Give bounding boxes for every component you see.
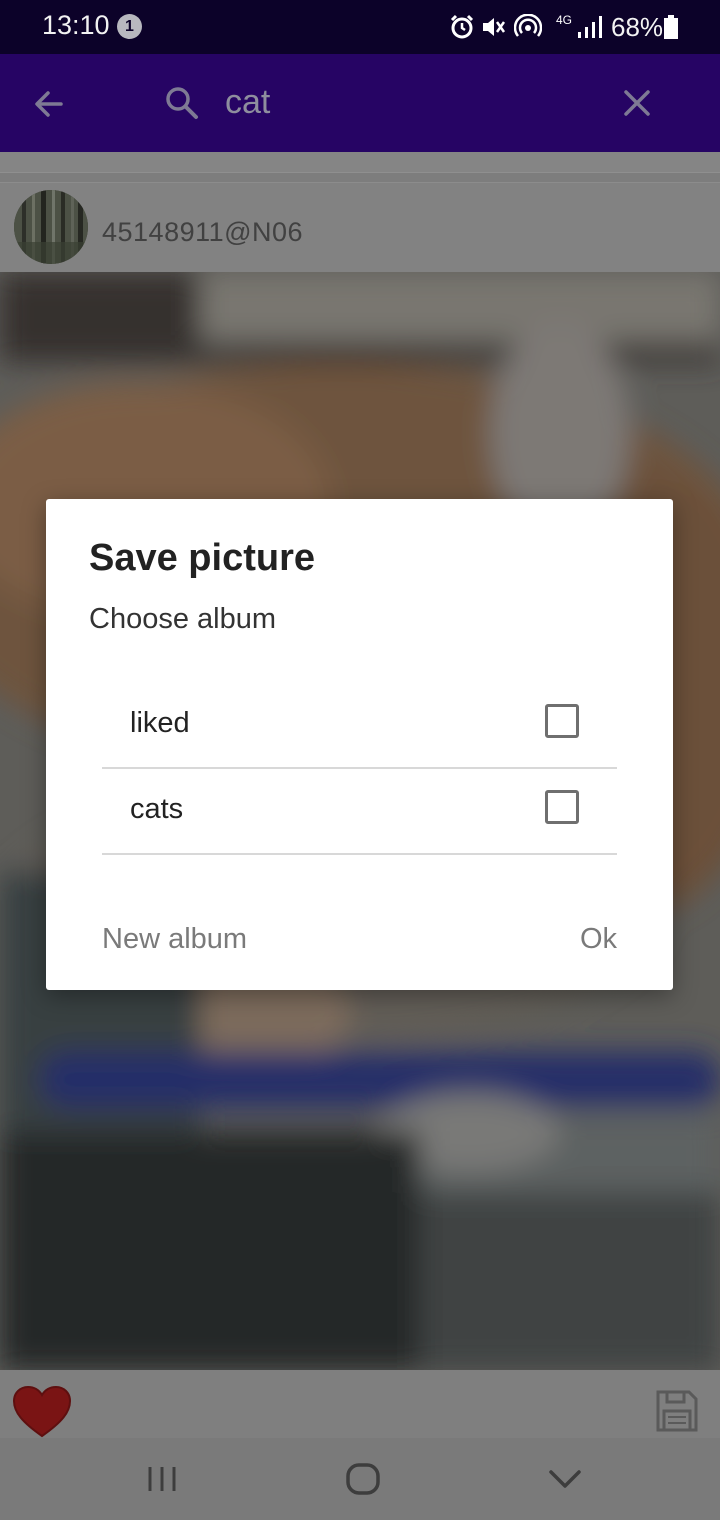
save-picture-dialog: Save picture Choose album liked cats New…	[46, 499, 673, 990]
dialog-title: Save picture	[89, 537, 315, 579]
chevron-down-icon[interactable]	[548, 1468, 582, 1490]
owner-name: 45148911@N06	[102, 217, 304, 247]
notification-count-badge: 1	[117, 14, 142, 39]
album-label: cats	[130, 793, 184, 825]
save-floppy-icon[interactable]	[655, 1389, 699, 1433]
battery-percentage: 68%	[611, 12, 664, 42]
list-divider	[0, 152, 720, 173]
app-bar	[0, 54, 720, 152]
back-arrow-icon[interactable]	[31, 86, 67, 122]
recent-apps-icon[interactable]	[146, 1465, 178, 1493]
new-album-button[interactable]: New album	[102, 923, 247, 956]
battery-icon	[664, 15, 678, 39]
album-checkbox-liked[interactable]	[545, 704, 579, 738]
search-icon	[166, 87, 198, 119]
owner-avatar[interactable]	[14, 190, 88, 264]
home-icon[interactable]	[345, 1462, 381, 1496]
hotspot-icon	[514, 14, 542, 37]
album-label: liked	[130, 707, 190, 739]
album-row-cats[interactable]: cats	[102, 767, 617, 855]
like-heart-icon[interactable]	[12, 1386, 72, 1438]
dialog-subtitle: Choose album	[89, 603, 276, 635]
clear-search-icon[interactable]	[621, 87, 653, 119]
photo-action-bar	[0, 1370, 720, 1438]
mute-icon	[483, 18, 506, 36]
network-type: 4G	[556, 13, 573, 27]
signal-icon	[578, 16, 602, 38]
status-time: 13:10	[42, 10, 110, 40]
search-input[interactable]: cat	[225, 83, 270, 122]
album-checkbox-cats[interactable]	[545, 790, 579, 824]
ok-button[interactable]: Ok	[580, 923, 617, 956]
alarm-icon	[450, 14, 474, 39]
album-row-liked[interactable]: liked	[102, 681, 617, 769]
